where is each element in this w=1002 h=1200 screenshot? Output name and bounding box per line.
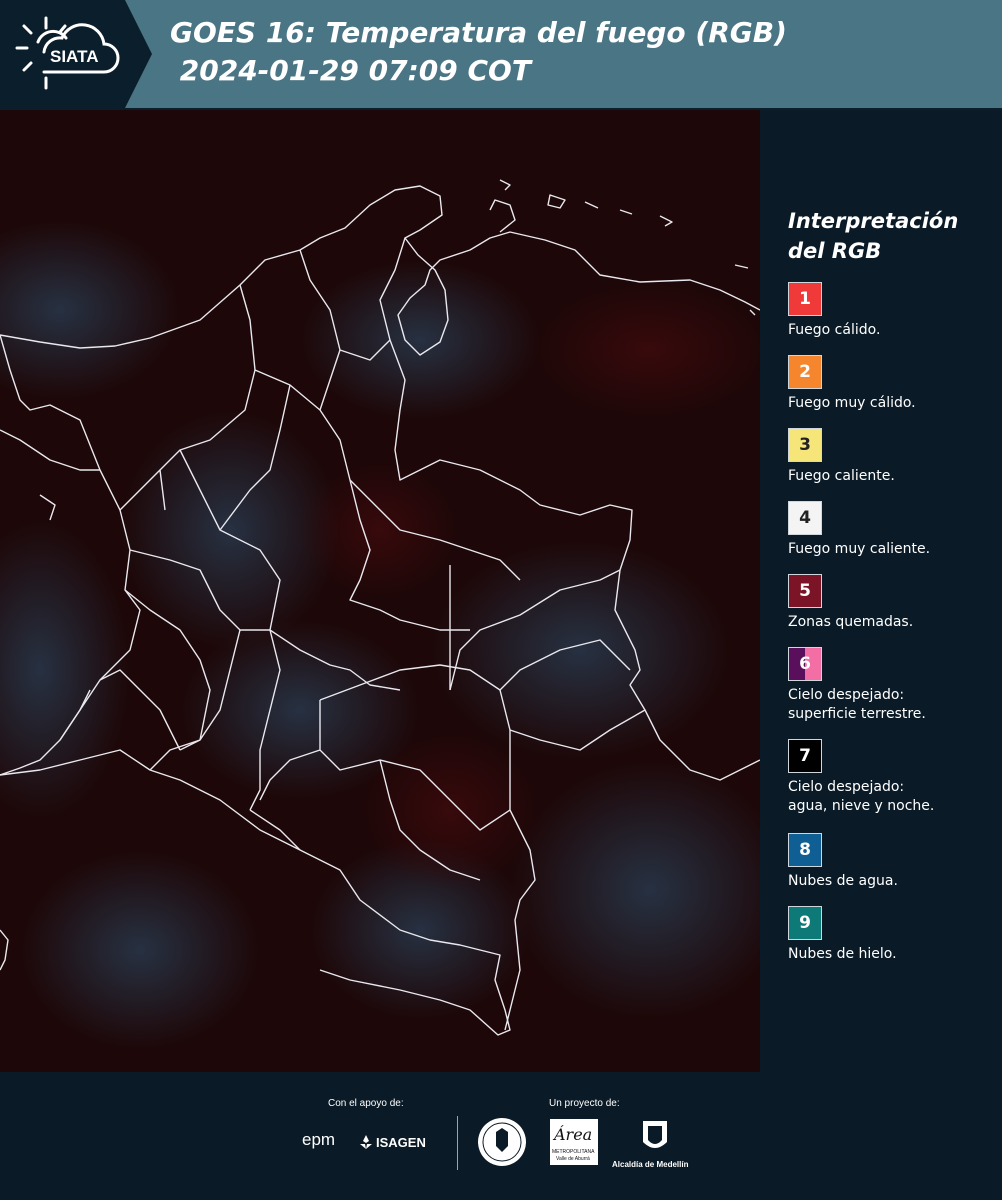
siata-logo: SIATA (0, 0, 150, 110)
legend-item-4: 4 Fuego muy caliente. (788, 501, 998, 559)
page-title: GOES 16: Temperatura del fuego (RGB) 202… (170, 14, 787, 90)
legend-item-7: 7 Cielo despejado: agua, nieve y noche. (788, 739, 998, 816)
area-logo-text: Área (554, 1125, 593, 1144)
legend-label-1: Fuego cálido. (788, 322, 881, 338)
header: SIATA GOES 16: Temperatura del fuego (RG… (0, 0, 1002, 110)
legend-number-3: 3 (799, 435, 811, 455)
footer-divider (457, 1116, 458, 1170)
map-canvas (0, 110, 760, 1072)
alcaldia-shield-icon (643, 1121, 667, 1148)
footer: Con el apoyo de: Un proyecto de: epm ISA… (0, 1072, 1002, 1200)
legend-label-5: Zonas quemadas. (788, 614, 914, 630)
legend-label-2: Fuego muy cálido. (788, 395, 916, 411)
legend-swatch-6: 6 (788, 647, 822, 681)
legend-item-9: 9 Nubes de hielo. (788, 906, 998, 964)
legend-swatch-9: 9 (788, 906, 822, 940)
title-line-2: 2024-01-29 07:09 COT (170, 54, 531, 87)
legend-panel: Interpretación del RGB 1 Fuego cálido. 2… (760, 110, 1002, 1072)
isagen-icon (360, 1135, 372, 1149)
legend-label-3: Fuego caliente. (788, 468, 895, 484)
legend-number-6: 6 (799, 654, 811, 674)
legend-label-6: Cielo despejado: superficie terrestre. (788, 687, 926, 722)
support-label: Con el apoyo de: (328, 1098, 404, 1109)
title-line-1: GOES 16: Temperatura del fuego (RGB) (170, 16, 787, 49)
alcaldia-caption: Alcaldía de Medellín (612, 1160, 689, 1169)
legend-swatch-5: 5 (788, 574, 822, 608)
legend-title: Interpretación del RGB (788, 209, 959, 263)
legend-item-1: 1 Fuego cálido. (788, 282, 998, 340)
sun-cloud-icon: SIATA (15, 16, 120, 90)
legend-swatch-4: 4 (788, 501, 822, 535)
legend-number-9: 9 (799, 913, 811, 933)
area-sub: Valle de Aburrá (556, 1156, 590, 1162)
legend-label-9: Nubes de hielo. (788, 946, 897, 962)
legend-swatch-8: 8 (788, 833, 822, 867)
epm-logo: epm (302, 1130, 336, 1149)
project-label: Un proyecto de: (549, 1098, 620, 1109)
legend-number-1: 1 (799, 289, 811, 309)
legend-item-5: 5 Zonas quemadas. (788, 574, 998, 632)
legend-swatch-2: 2 (788, 355, 822, 389)
legend-number-8: 8 (799, 840, 811, 860)
legend-number-5: 5 (799, 581, 811, 601)
legend-swatch-3: 3 (788, 428, 822, 462)
medellin-seal-icon (478, 1118, 526, 1166)
legend-swatch-7: 7 (788, 739, 822, 773)
legend-swatch-1: 1 (788, 282, 822, 316)
legend-item-3: 3 Fuego caliente. (788, 428, 998, 486)
legend-item-6: 6 Cielo despejado: superficie terrestre. (788, 647, 998, 724)
legend-number-7: 7 (799, 746, 811, 766)
legend-label-8: Nubes de agua. (788, 873, 898, 889)
area-caption: METROPOLITANA (552, 1149, 595, 1155)
legend-label-7: Cielo despejado: agua, nieve y noche. (788, 779, 935, 814)
legend-item-2: 2 Fuego muy cálido. (788, 355, 998, 413)
legend-number-4: 4 (799, 508, 811, 528)
legend-item-8: 8 Nubes de agua. (788, 833, 998, 891)
legend-label-4: Fuego muy caliente. (788, 541, 931, 557)
legend-number-2: 2 (799, 362, 811, 382)
logo-text: SIATA (50, 47, 98, 66)
area-metropolitana-logo: Área METROPOLITANA Valle de Aburrá (550, 1119, 598, 1165)
satellite-map[interactable] (0, 110, 760, 1072)
isagen-logo: ISAGEN (376, 1135, 426, 1150)
